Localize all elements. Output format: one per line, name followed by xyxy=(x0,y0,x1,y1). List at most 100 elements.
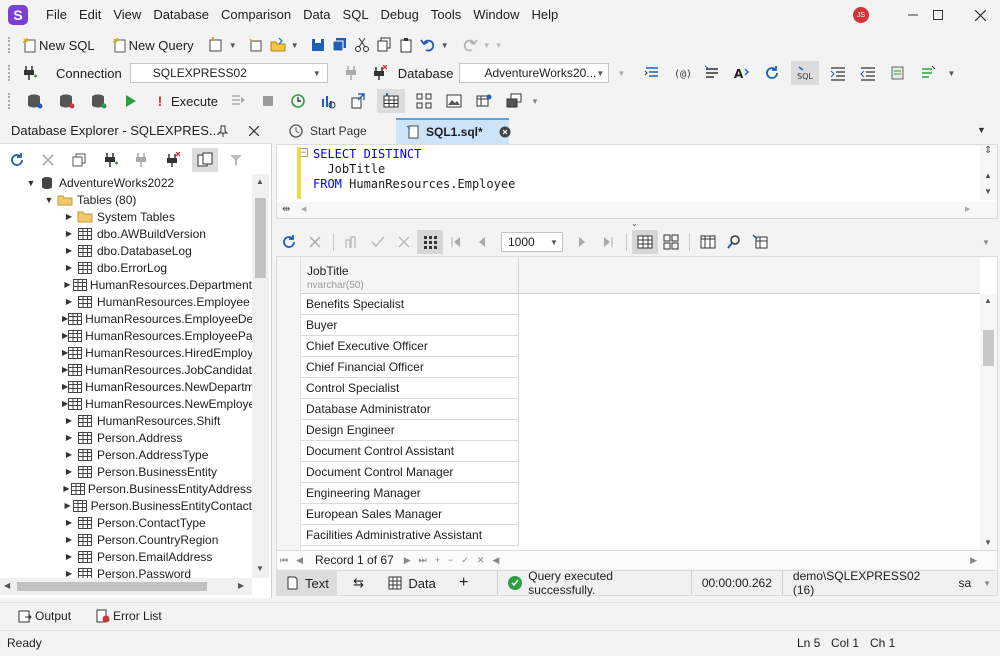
tab-list-chevron-icon[interactable]: ▼ xyxy=(977,125,986,135)
confirm-record-icon[interactable]: ✓ xyxy=(461,555,469,566)
menu-debug[interactable]: Debug xyxy=(375,0,425,30)
sql-editor[interactable]: − SELECT DISTINCT JobTitle FROM HumanRes… xyxy=(276,144,998,219)
close-window-button[interactable] xyxy=(957,0,1000,30)
plug-icon[interactable] xyxy=(18,62,40,84)
scroll-up-icon[interactable]: ▲ xyxy=(984,296,992,305)
remove-connection-icon[interactable] xyxy=(161,149,183,171)
play-icon[interactable] xyxy=(120,90,142,112)
chevron-down-icon[interactable]: ▼ xyxy=(227,41,239,50)
scroll-thumb[interactable] xyxy=(17,582,207,591)
menu-view[interactable]: View xyxy=(107,0,147,30)
undo-icon[interactable] xyxy=(417,34,439,56)
user-avatar[interactable]: JS xyxy=(853,7,869,23)
table-row[interactable]: Facilities Administrative Assistant xyxy=(301,525,519,546)
menu-help[interactable]: Help xyxy=(525,0,564,30)
scroll-down-icon[interactable]: ▼ xyxy=(256,564,264,573)
table-row[interactable]: Benefits Specialist xyxy=(301,294,519,315)
chevron-down-icon[interactable]: ▼ xyxy=(42,195,56,205)
indent-icon[interactable] xyxy=(827,62,849,84)
code-area[interactable]: SELECT DISTINCT JobTitle FROM HumanResou… xyxy=(313,147,515,192)
table-row[interactable]: Document Control Manager xyxy=(301,462,519,483)
scroll-thumb[interactable] xyxy=(983,330,994,366)
tree-horizontal-scrollbar[interactable]: ◀ ▶ xyxy=(0,578,252,595)
database-check-icon[interactable] xyxy=(56,90,78,112)
close-tab-icon[interactable] xyxy=(499,121,511,143)
grid-view-icon[interactable] xyxy=(376,89,405,113)
chevron-right-icon[interactable]: ▶ xyxy=(62,501,73,510)
tree-node-table[interactable]: ▶ dbo.ErrorLog xyxy=(0,259,252,276)
chevron-down-icon[interactable]: ▼ xyxy=(24,178,38,188)
chevron-right-icon[interactable]: ▶ xyxy=(62,569,76,578)
find-icon[interactable] xyxy=(721,230,747,254)
chevron-down-icon[interactable]: ▼ xyxy=(529,97,541,106)
connection-select[interactable]: SQLEXPRESS02 ▼ xyxy=(129,63,328,83)
group-icon[interactable] xyxy=(192,148,218,172)
tree-node-table[interactable]: ▶ Person.BusinessEntityAddress xyxy=(0,480,252,497)
pin-icon[interactable] xyxy=(212,120,234,142)
tab-data[interactable]: Data xyxy=(380,571,443,595)
table-settings-icon[interactable] xyxy=(473,90,495,112)
chevron-down-icon[interactable]: ▼ xyxy=(981,579,993,588)
tree-node-table[interactable]: ▶ HumanResources.EmployeeDep xyxy=(0,310,252,327)
tab-sql1[interactable]: SQL1.sql* xyxy=(396,118,511,144)
comment-icon[interactable] xyxy=(887,62,909,84)
table-row[interactable]: Chief Financial Officer xyxy=(301,357,519,378)
scroll-left-icon[interactable]: ◀ xyxy=(301,205,306,213)
grid-view-icon[interactable] xyxy=(632,230,658,254)
toolbar-grip[interactable] xyxy=(8,37,12,53)
tree-node-table[interactable]: ▶ HumanResources.EmployeePay xyxy=(0,327,252,344)
schema-icon[interactable] xyxy=(413,90,435,112)
add-tab-button[interactable]: + xyxy=(444,571,484,595)
tree-node-table[interactable]: ▶ Person.CountryRegion xyxy=(0,531,252,548)
output-tab[interactable]: Output xyxy=(14,605,74,627)
text-case-icon[interactable]: A xyxy=(731,62,753,84)
grid-vertical-scrollbar[interactable]: ▲ ▼ xyxy=(980,294,997,550)
history-icon[interactable] xyxy=(287,90,309,112)
tree-node-table[interactable]: ▶ HumanResources.Employee xyxy=(0,293,252,310)
scroll-left-icon[interactable]: ◀ xyxy=(4,581,10,590)
scroll-thumb[interactable] xyxy=(255,198,266,278)
query-profiler-icon[interactable] xyxy=(317,90,339,112)
chevron-right-icon[interactable]: ▶ xyxy=(62,212,76,221)
menu-sql[interactable]: SQL xyxy=(337,0,375,30)
copy-icon[interactable] xyxy=(68,149,90,171)
error-list-tab[interactable]: Error List xyxy=(92,605,165,627)
tab-text[interactable]: Text xyxy=(277,571,337,595)
database-run-icon[interactable] xyxy=(88,90,110,112)
table-row[interactable]: Engineering Manager xyxy=(301,483,519,504)
tree-node-table[interactable]: ▶ HumanResources.Shift xyxy=(0,412,252,429)
tree-vertical-scrollbar[interactable]: ▲ ▼ xyxy=(252,174,269,578)
tree-node-table[interactable]: ▶ HumanResources.Department xyxy=(0,276,252,293)
table-row[interactable]: Database Administrator xyxy=(301,399,519,420)
copy-icon[interactable] xyxy=(373,34,395,56)
previous-record-icon[interactable]: ◀ xyxy=(296,555,303,566)
tree-node-database[interactable]: ▼ AdventureWorks2022 xyxy=(0,174,252,191)
columns-icon[interactable] xyxy=(695,230,721,254)
split-horizontal-icon[interactable]: ⇹ xyxy=(282,204,290,215)
save-icon[interactable] xyxy=(307,34,329,56)
chevron-right-icon[interactable]: ▶ xyxy=(62,416,76,425)
scroll-right-icon[interactable]: ▶ xyxy=(238,581,244,590)
editor-vertical-scrollbar[interactable]: ⇕ ▲ ▼ xyxy=(980,145,997,200)
tree-node-table[interactable]: ▶ Person.Password xyxy=(0,565,252,578)
table-row[interactable]: Document Control Assistant xyxy=(301,441,519,462)
new-connection-icon[interactable] xyxy=(99,149,121,171)
table-row[interactable]: Buyer xyxy=(301,315,519,336)
tree-node-table[interactable]: ▶ Person.AddressType xyxy=(0,446,252,463)
first-record-icon[interactable]: ⏮ xyxy=(280,555,288,566)
scroll-right-icon[interactable]: ▶ xyxy=(970,555,977,566)
maximize-button[interactable] xyxy=(915,0,961,30)
table-row[interactable]: Control Specialist xyxy=(301,378,519,399)
menu-comparison[interactable]: Comparison xyxy=(215,0,297,30)
plug-remove-icon[interactable] xyxy=(368,62,390,84)
chevron-right-icon[interactable]: ▶ xyxy=(62,484,71,493)
chevron-down-icon[interactable]: ▼ xyxy=(289,41,301,50)
menu-file[interactable]: File xyxy=(40,0,73,30)
list-icon[interactable] xyxy=(701,62,723,84)
table-row[interactable]: Chief Executive Officer xyxy=(301,336,519,357)
table-row[interactable]: Design Engineer xyxy=(301,420,519,441)
swap-panes-button[interactable]: ⇆ xyxy=(337,571,381,595)
image-icon[interactable] xyxy=(443,90,465,112)
column-header-jobtitle[interactable]: JobTitle nvarchar(50) xyxy=(301,257,519,294)
execute-button[interactable]: ! Execute xyxy=(150,90,221,112)
